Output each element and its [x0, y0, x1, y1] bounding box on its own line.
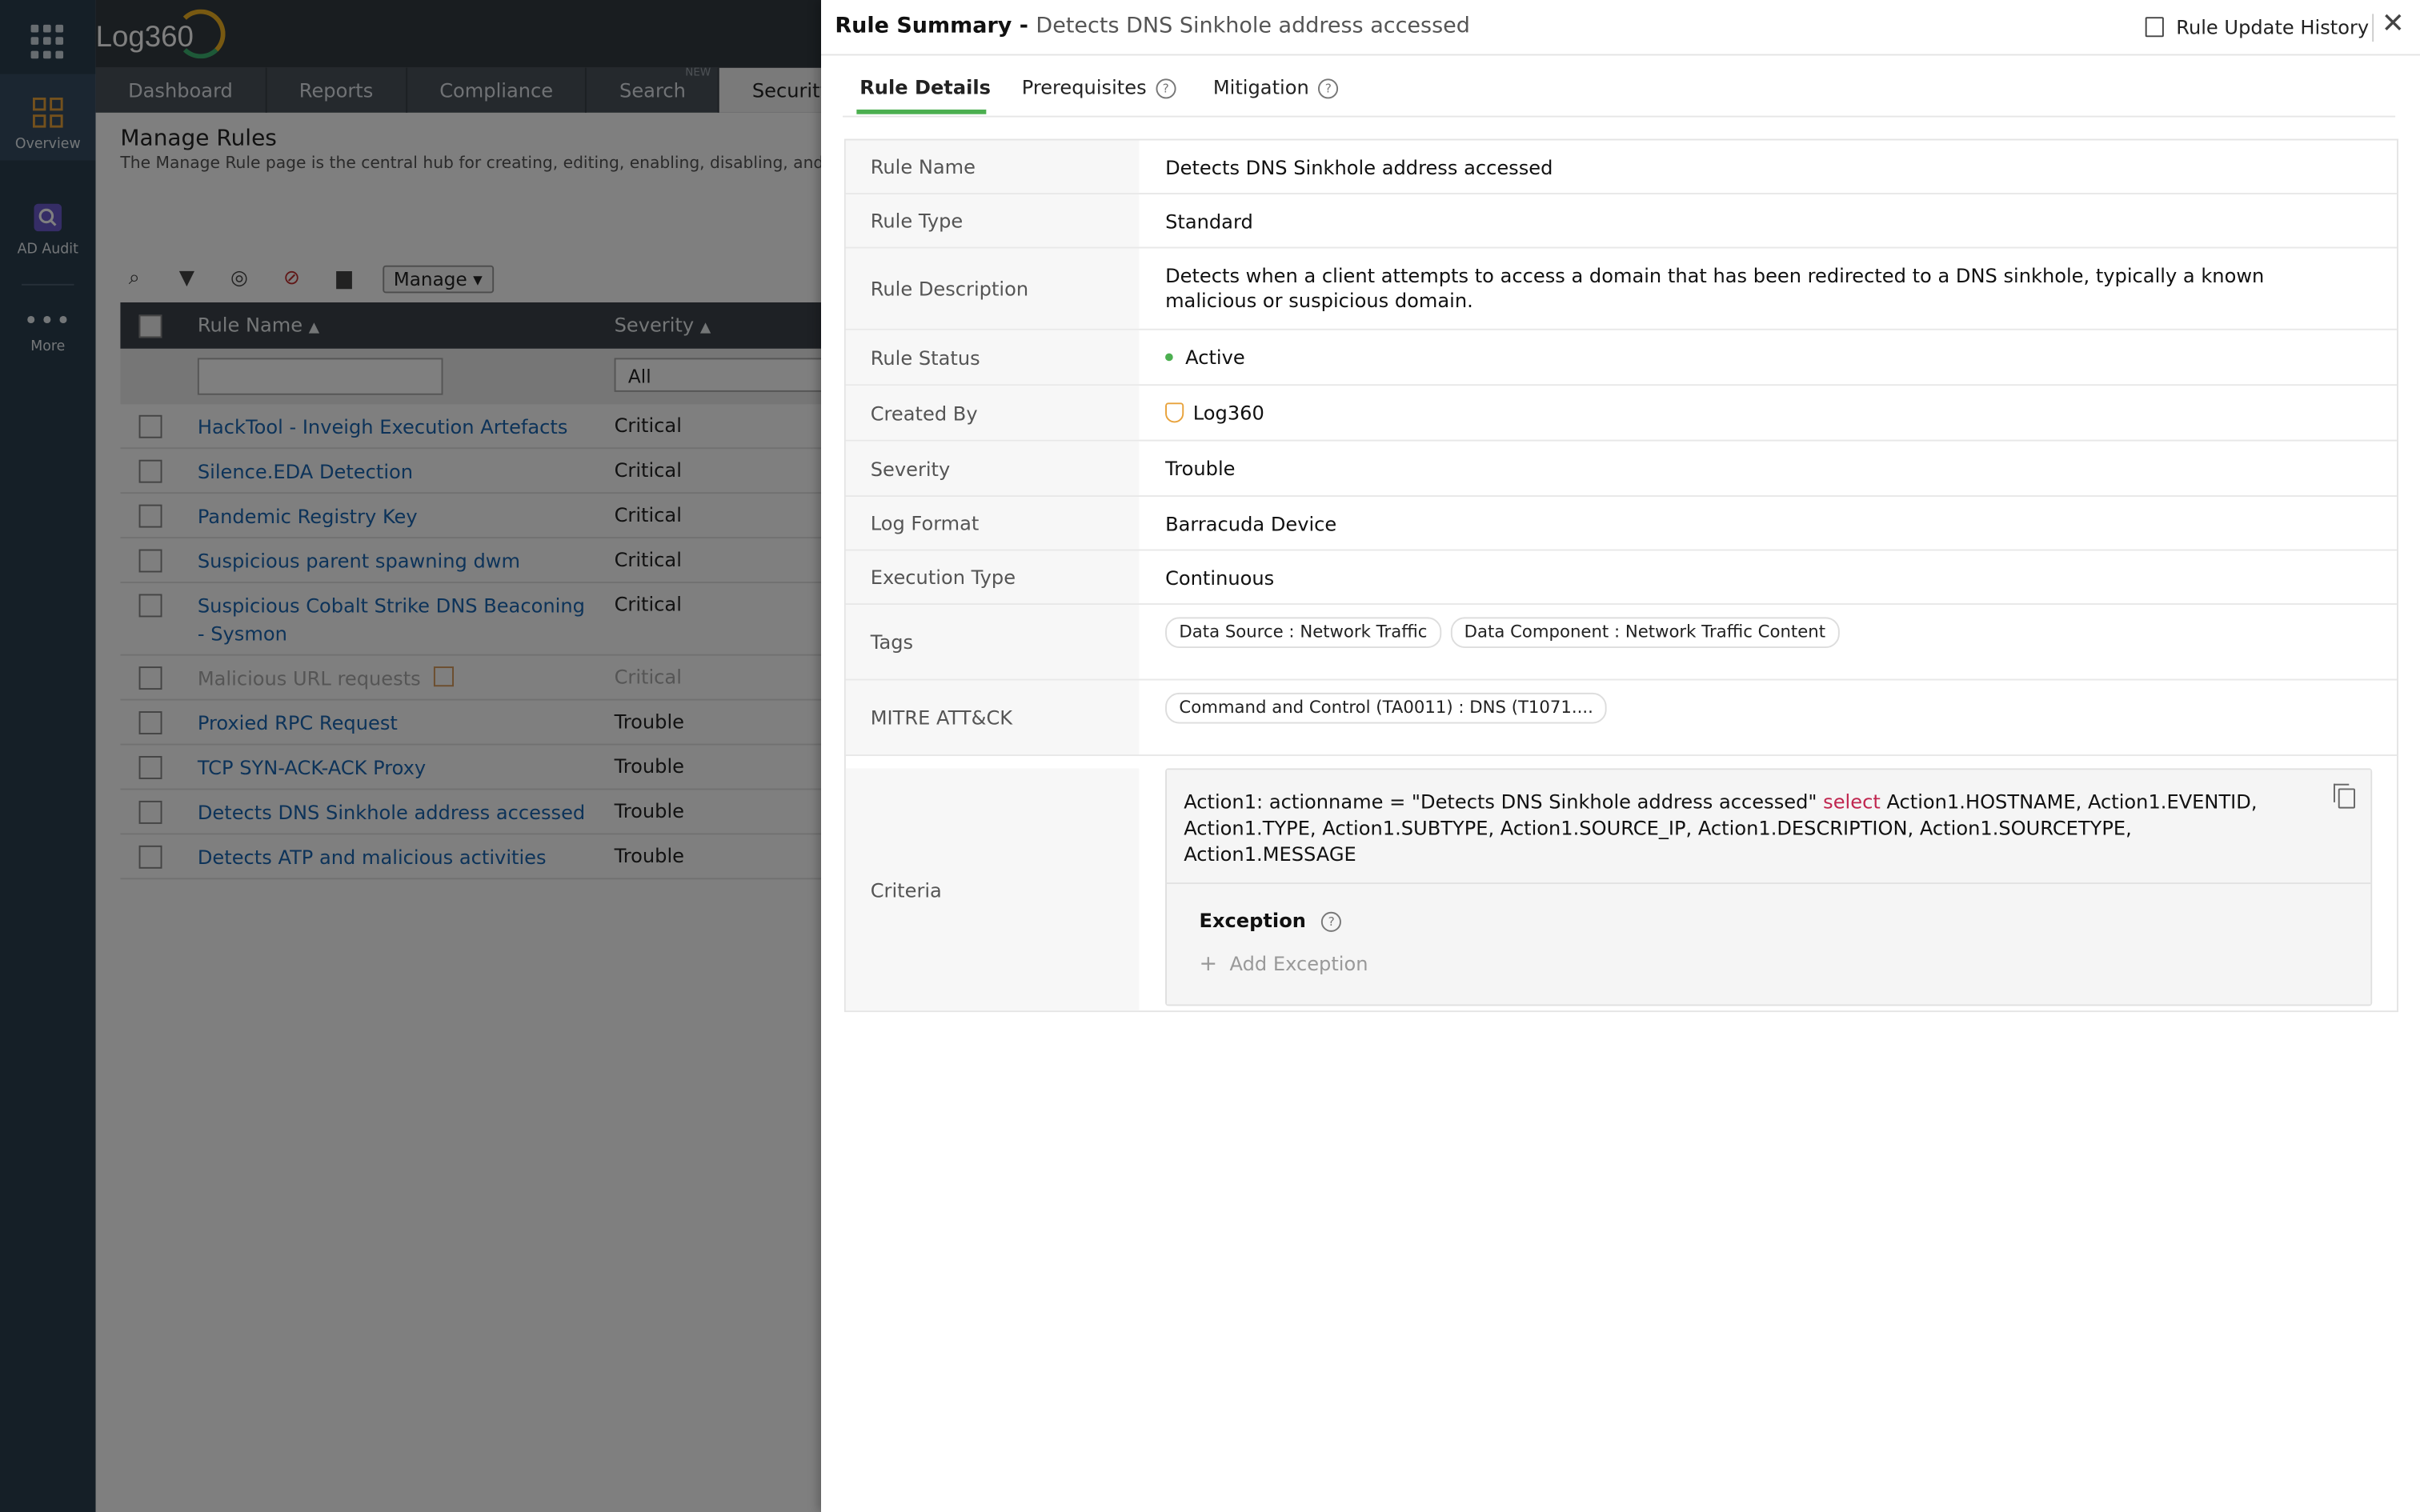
tag-chip: Data Source : Network Traffic [1165, 617, 1441, 648]
tags-value: Data Source : Network Traffic Data Compon… [1165, 605, 2397, 663]
detail-label: Log Format [845, 496, 1140, 550]
log360-shield-icon [1165, 402, 1184, 423]
help-icon[interactable]: ? [1321, 911, 1342, 932]
detail-label: Criteria [845, 768, 1140, 1011]
tab-label: Mitigation [1212, 75, 1309, 99]
rule-type-value: Standard [1165, 210, 1253, 234]
tag-chip: Data Component : Network Traffic Content [1450, 617, 1840, 648]
detail-label: Tags [845, 604, 1140, 679]
detail-label-text: Execution Type [870, 565, 1016, 589]
detail-label-text: Rule Type [870, 209, 964, 233]
detail-row-criteria: Criteria Action1: actionname = "Detects … [845, 768, 2397, 1011]
detail-label: Rule Description [845, 248, 1140, 329]
close-icon[interactable]: ✕ [2382, 8, 2405, 40]
detail-row-rule-status: Rule Status Active [845, 330, 2398, 386]
detail-label: Created By [845, 386, 1140, 440]
drawer-tabs: Rule Details Prerequisites? Mitigation? [842, 54, 2396, 118]
detail-label: Rule Type [845, 194, 1140, 247]
criteria-query: Action1: actionname = "Detects DNS Sinkh… [1166, 770, 2371, 885]
created-by-text: Log360 [1192, 401, 1264, 425]
tab-prerequisites[interactable]: Prerequisites? [1021, 75, 1176, 99]
criteria-value: Action1: actionname = "Detects DNS Sinkh… [1165, 768, 2397, 1006]
detail-label-text: Log Format [870, 511, 980, 535]
execution-type-value: Continuous [1165, 566, 1275, 590]
exception-title: Exception [1199, 908, 1306, 932]
tab-rule-details[interactable]: Rule Details [859, 75, 991, 98]
detail-row-rule-description: Rule Description Detects when a client a… [845, 248, 2398, 330]
add-exception-label: Add Exception [1229, 951, 1368, 975]
tab-mitigation[interactable]: Mitigation? [1212, 75, 1339, 99]
log-format-value: Barracuda Device [1165, 512, 1337, 536]
detail-row-tags: Tags Data Source : Network Traffic Data C… [845, 604, 2398, 681]
modal-backdrop[interactable] [0, 0, 821, 1512]
criteria-keyword: select [1823, 790, 1881, 814]
mitre-chip[interactable]: Command and Control (TA0011) : DNS (T107… [1165, 692, 1608, 724]
history-label: Rule Update History [2176, 15, 2370, 39]
rule-update-history-button[interactable]: Rule Update History [2145, 15, 2370, 39]
rule-name-value: Detects DNS Sinkhole address accessed [1165, 155, 1553, 179]
help-icon[interactable]: ? [1318, 78, 1339, 99]
criteria-text: Action1: actionname = "Detects DNS Sinkh… [1184, 790, 1824, 814]
detail-label-text: Tags [870, 630, 914, 654]
criteria-box: Action1: actionname = "Detects DNS Sinkh… [1165, 768, 2373, 1006]
detail-row-rule-type: Rule Type Standard [845, 194, 2398, 249]
detail-label-text: Rule Status [870, 345, 980, 369]
detail-label-text: Criteria [870, 878, 942, 902]
created-by-value: Log360 [1165, 386, 2397, 441]
drawer-title: Rule Summary - Detects DNS Sinkhole addr… [835, 14, 1470, 38]
detail-label: Severity [845, 441, 1140, 496]
help-icon[interactable]: ? [1156, 78, 1176, 99]
drawer-title-rule: Detects DNS Sinkhole address accessed [1036, 14, 1470, 39]
history-icon [2145, 17, 2164, 38]
header-divider [2372, 14, 2374, 42]
copy-icon[interactable] [2333, 783, 2355, 809]
severity-value: Trouble [1165, 456, 1236, 480]
detail-label: Rule Name [845, 140, 1140, 194]
detail-label-text: Rule Description [870, 277, 1029, 301]
detail-row-severity: Severity Trouble [845, 441, 2398, 497]
plus-icon: + [1199, 951, 1218, 977]
detail-row-log-format: Log Format Barracuda Device [845, 496, 2398, 551]
drawer-title-prefix: Rule Summary - [835, 14, 1036, 39]
exception-section: Exception? + Add Exception [1166, 884, 2371, 1005]
detail-row-created-by: Created By Log360 [845, 386, 2398, 442]
exception-header: Exception? [1199, 909, 2338, 934]
detail-label-text: Rule Name [870, 154, 976, 178]
screen: Overview AD Audit ••• More Log360 Dashbo… [0, 0, 2420, 1512]
detail-row-execution-type: Execution Type Continuous [845, 550, 2398, 605]
detail-label: MITRE ATT&CK [845, 680, 1140, 755]
detail-row-rule-name: Rule Name Detects DNS Sinkhole address a… [845, 140, 2398, 194]
detail-label-text: Created By [870, 401, 978, 425]
active-tab-indicator [856, 109, 987, 114]
drawer-header: Rule Summary - Detects DNS Sinkhole addr… [820, 0, 2420, 56]
detail-label: Rule Status [845, 330, 1140, 385]
add-exception-button[interactable]: + Add Exception [1199, 952, 2338, 977]
detail-row-mitre: MITRE ATT&CK Command and Control (TA0011… [845, 680, 2398, 756]
detail-label-text: MITRE ATT&CK [870, 706, 1013, 730]
rule-status-value: Active [1165, 330, 2397, 386]
detail-label: Execution Type [845, 550, 1140, 604]
mitre-value: Command and Control (TA0011) : DNS (T107… [1165, 680, 2397, 738]
rule-summary-drawer: Rule Summary - Detects DNS Sinkhole addr… [820, 0, 2420, 1512]
tab-label: Prerequisites [1021, 75, 1147, 99]
detail-label-text: Severity [870, 456, 951, 480]
rule-details-table: Rule Name Detects DNS Sinkhole address a… [843, 138, 2398, 1013]
rule-description-value: Detects when a client attempts to access… [1165, 263, 2265, 312]
status-dot-icon [1165, 353, 1173, 362]
rule-status-text: Active [1185, 345, 1245, 369]
